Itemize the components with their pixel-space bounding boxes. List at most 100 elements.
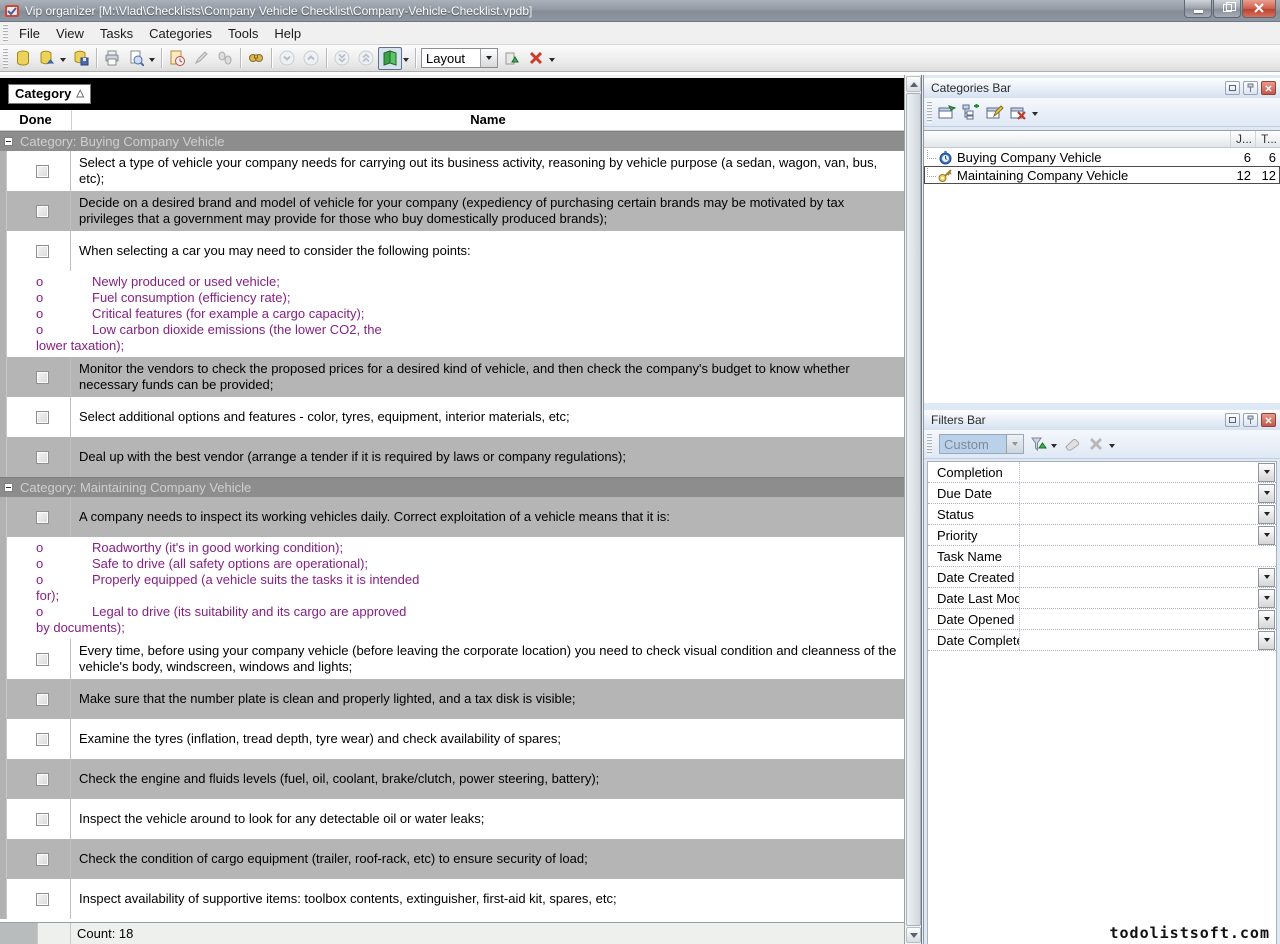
- dropdown-caret-icon[interactable]: [60, 58, 66, 62]
- delete-filter-icon[interactable]: [1084, 433, 1108, 456]
- filter-value[interactable]: [1020, 630, 1258, 650]
- vertical-scrollbar[interactable]: [905, 75, 922, 944]
- new-database-icon[interactable]: [11, 47, 35, 70]
- scroll-down-button[interactable]: [906, 927, 921, 943]
- clear-filter-icon[interactable]: [1060, 433, 1084, 456]
- task-row[interactable]: A company needs to inspect its working v…: [0, 497, 904, 537]
- task-checkbox[interactable]: [36, 371, 49, 384]
- move-bottom-icon[interactable]: [330, 47, 354, 70]
- open-database-icon[interactable]: [35, 47, 59, 70]
- category-group-row[interactable]: Category: Maintaining Company Vehicle: [0, 477, 904, 497]
- filter-row[interactable]: Status: [928, 504, 1276, 525]
- filter-dropdown-button[interactable]: [1258, 610, 1275, 629]
- print-icon[interactable]: [100, 47, 124, 70]
- task-checkbox[interactable]: [36, 653, 49, 666]
- edit-category-icon[interactable]: [983, 101, 1007, 124]
- panel-maximize-button[interactable]: [1225, 413, 1240, 427]
- task-row[interactable]: Inspect the vehicle around to look for a…: [0, 799, 904, 839]
- title-bar[interactable]: Vip organizer [M:\Vlad\Checklists\Compan…: [0, 0, 1280, 22]
- filter-value[interactable]: [1020, 609, 1258, 629]
- dropdown-caret-icon[interactable]: [549, 58, 555, 62]
- new-task-icon[interactable]: [165, 47, 189, 70]
- task-row[interactable]: Every time, before using your company ve…: [0, 639, 904, 679]
- task-row[interactable]: Select additional options and features -…: [0, 397, 904, 437]
- note-row[interactable]: oNewly produced or used vehicle; oFuel c…: [0, 271, 904, 357]
- category-group-row[interactable]: Category: Buying Company Vehicle: [0, 131, 904, 151]
- combobox-dropdown-button[interactable]: [480, 49, 497, 67]
- filter-value[interactable]: [1020, 504, 1258, 524]
- menu-tools[interactable]: Tools: [220, 23, 266, 44]
- new-category-icon[interactable]: [935, 101, 959, 124]
- task-checkbox[interactable]: [36, 693, 49, 706]
- menu-categories[interactable]: Categories: [141, 23, 220, 44]
- task-row[interactable]: Monitor the vendors to check the propose…: [0, 357, 904, 397]
- category-item-buying[interactable]: Buying Company Vehicle 6 6: [924, 148, 1280, 166]
- move-down-icon[interactable]: [275, 47, 299, 70]
- task-checkbox[interactable]: [36, 733, 49, 746]
- task-row[interactable]: Examine the tyres (inflation, tread dept…: [0, 719, 904, 759]
- filter-apply-icon[interactable]: [1026, 433, 1050, 456]
- task-checkbox[interactable]: [36, 245, 49, 258]
- layout-combobox[interactable]: Layout: [421, 48, 498, 68]
- task-checkbox[interactable]: [36, 451, 49, 464]
- task-checkbox[interactable]: [36, 813, 49, 826]
- move-top-icon[interactable]: [354, 47, 378, 70]
- dropdown-caret-icon[interactable]: [149, 58, 155, 62]
- filter-row[interactable]: Due Date: [928, 483, 1276, 504]
- task-checkbox[interactable]: [36, 165, 49, 178]
- apply-layout-icon[interactable]: [500, 47, 524, 70]
- filter-dropdown-button[interactable]: [1258, 589, 1275, 608]
- filter-dropdown-button[interactable]: [1258, 484, 1275, 503]
- task-row[interactable]: Check the engine and fluids levels (fuel…: [0, 759, 904, 799]
- view-style-icon[interactable]: [378, 47, 402, 70]
- duplicate-task-icon[interactable]: [213, 47, 237, 70]
- filter-dropdown-button[interactable]: [1258, 631, 1275, 650]
- panel-pin-button[interactable]: [1243, 81, 1258, 95]
- column-header-j[interactable]: J...: [1230, 131, 1255, 147]
- filter-value[interactable]: [1020, 462, 1258, 482]
- panel-close-button[interactable]: [1261, 413, 1276, 427]
- task-checkbox[interactable]: [36, 853, 49, 866]
- dropdown-caret-icon[interactable]: [403, 58, 409, 62]
- panel-pin-button[interactable]: [1243, 413, 1258, 427]
- combobox-dropdown-button[interactable]: [1006, 435, 1023, 453]
- filter-dropdown-button[interactable]: [1258, 526, 1275, 545]
- minimize-button[interactable]: [1184, 0, 1212, 18]
- filter-preset-combobox[interactable]: Custom: [939, 434, 1024, 454]
- task-row[interactable]: Check the condition of cargo equipment (…: [0, 839, 904, 879]
- close-button[interactable]: [1242, 0, 1276, 18]
- filter-row[interactable]: Date Created: [928, 567, 1276, 588]
- filter-value[interactable]: [1020, 567, 1258, 587]
- dropdown-caret-icon[interactable]: [1109, 444, 1115, 448]
- column-header-done[interactable]: Done: [0, 110, 72, 130]
- filters-bar-header[interactable]: Filters Bar: [924, 410, 1280, 430]
- panel-close-button[interactable]: [1261, 81, 1276, 95]
- filter-value[interactable]: [1020, 525, 1258, 545]
- filter-dropdown-button[interactable]: [1258, 463, 1275, 482]
- filter-dropdown-button[interactable]: [1258, 505, 1275, 524]
- scroll-up-button[interactable]: [906, 76, 921, 92]
- filter-value[interactable]: [1020, 483, 1258, 503]
- category-item-maintaining[interactable]: Maintaining Company Vehicle 12 12: [924, 166, 1280, 184]
- dropdown-caret-icon[interactable]: [1051, 444, 1057, 448]
- group-by-category-button[interactable]: Category △: [8, 84, 91, 104]
- panel-splitter[interactable]: [924, 403, 1280, 410]
- collapse-icon[interactable]: [4, 137, 13, 146]
- filter-row[interactable]: Date Last Modified: [928, 588, 1276, 609]
- task-checkbox[interactable]: [36, 205, 49, 218]
- save-database-icon[interactable]: [69, 47, 93, 70]
- filter-dropdown-button[interactable]: [1258, 568, 1275, 587]
- task-row[interactable]: Decide on a desired brand and model of v…: [0, 191, 904, 231]
- menu-tasks[interactable]: Tasks: [92, 23, 141, 44]
- scrollbar-thumb[interactable]: [906, 93, 921, 926]
- filter-row[interactable]: Date Opened: [928, 609, 1276, 630]
- menu-file[interactable]: File: [11, 23, 48, 44]
- collapse-icon[interactable]: [4, 483, 13, 492]
- filter-row[interactable]: Priority: [928, 525, 1276, 546]
- task-checkbox[interactable]: [36, 893, 49, 906]
- column-header-t[interactable]: T...: [1255, 131, 1280, 147]
- find-icon[interactable]: [244, 47, 268, 70]
- new-subcategory-icon[interactable]: [959, 101, 983, 124]
- maximize-button[interactable]: [1213, 0, 1241, 18]
- dropdown-caret-icon[interactable]: [1032, 112, 1038, 116]
